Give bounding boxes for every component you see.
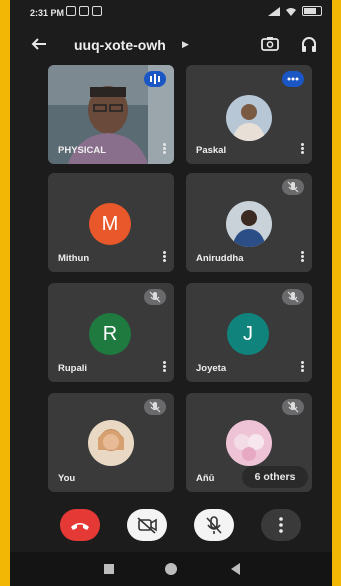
- mic-toggle-button[interactable]: [194, 509, 234, 541]
- home-icon[interactable]: [165, 563, 177, 575]
- mic-off-icon: [287, 291, 299, 303]
- avatar: [226, 201, 272, 247]
- mic-off-indicator: [282, 179, 304, 195]
- participant-name: Rupali: [58, 363, 88, 374]
- avatar: [226, 420, 272, 466]
- participant-name: PHYSICAL: [58, 145, 107, 156]
- call-controls: [10, 505, 332, 549]
- headphones-icon[interactable]: [300, 35, 318, 53]
- participant-name: Mithun: [58, 253, 90, 264]
- more-options-icon[interactable]: [299, 360, 305, 374]
- more-vert-icon: [279, 517, 283, 533]
- more-options-icon[interactable]: [161, 142, 167, 156]
- meeting-code[interactable]: uuq-xote-owh: [74, 37, 166, 53]
- more-options-icon[interactable]: [161, 360, 167, 374]
- participant-tile-joyeta[interactable]: J Joyeta: [186, 283, 312, 382]
- end-call-button[interactable]: [60, 509, 100, 541]
- phone-screen: 2:31 PM uuq-xote-owh ▶ PHYSICAL Paskal M…: [10, 0, 332, 586]
- notification-icons: [66, 6, 102, 16]
- more-dots-indicator: [282, 71, 304, 87]
- back-icon[interactable]: [230, 563, 242, 575]
- participant-tile-paskal[interactable]: Paskal: [186, 65, 312, 164]
- mic-off-indicator: [282, 399, 304, 415]
- notification-icon: [92, 6, 102, 16]
- meeting-top-bar: uuq-xote-owh ▶: [10, 26, 332, 64]
- others-chip[interactable]: 6 others: [242, 466, 308, 488]
- mic-off-icon: [287, 181, 299, 193]
- system-nav-bar: [10, 552, 332, 586]
- participant-name: Aniruddha: [196, 253, 244, 264]
- back-arrow-icon[interactable]: [30, 35, 48, 53]
- mic-off-indicator: [144, 399, 166, 415]
- phone-hangup-icon: [71, 523, 89, 530]
- participant-tile-mithun[interactable]: M Mithun: [48, 173, 174, 272]
- audio-wave-icon: [150, 74, 160, 84]
- participant-name: Joyeta: [196, 363, 227, 374]
- battery-icon: [302, 6, 322, 16]
- participant-name: You: [58, 473, 76, 484]
- more-options-icon[interactable]: [161, 250, 167, 264]
- camera-toggle-button[interactable]: [127, 509, 167, 541]
- status-time: 2:31 PM: [30, 8, 65, 18]
- participant-tile-physical[interactable]: PHYSICAL: [48, 65, 174, 164]
- system-icons: [268, 6, 322, 16]
- mic-off-indicator: [144, 289, 166, 305]
- avatar: [226, 95, 272, 141]
- avatar-letter: R: [89, 313, 131, 355]
- participant-tile-rupali[interactable]: R Rupali: [48, 283, 174, 382]
- participant-name: Añū: [196, 473, 215, 484]
- avatar: [88, 420, 134, 466]
- avatar-letter: M: [89, 203, 131, 245]
- caret-right-icon[interactable]: ▶: [182, 39, 189, 50]
- mic-off-icon: [287, 401, 299, 413]
- notification-icon: [79, 6, 89, 16]
- avatar-letter: J: [227, 313, 269, 355]
- more-options-icon[interactable]: [299, 250, 305, 264]
- participant-tile-you[interactable]: You: [48, 393, 174, 492]
- ellipsis-icon: [287, 77, 299, 81]
- signal-icon: [268, 6, 280, 16]
- wifi-icon: [286, 7, 296, 16]
- speaking-indicator: [144, 71, 166, 87]
- more-options-button[interactable]: [261, 509, 301, 541]
- mic-off-icon: [149, 401, 161, 413]
- status-bar: 2:31 PM: [10, 0, 332, 26]
- participant-tile-anu[interactable]: Añū 6 others: [186, 393, 312, 492]
- video-off-icon: [137, 517, 157, 534]
- participant-tile-aniruddha[interactable]: Aniruddha: [186, 173, 312, 272]
- switch-camera-icon[interactable]: [260, 35, 280, 53]
- mic-off-indicator: [282, 289, 304, 305]
- recents-icon[interactable]: [104, 564, 114, 574]
- mic-off-icon: [206, 516, 222, 534]
- mic-off-icon: [149, 291, 161, 303]
- more-options-icon[interactable]: [299, 142, 305, 156]
- participant-name: Paskal: [196, 145, 227, 156]
- notification-icon: [66, 6, 76, 16]
